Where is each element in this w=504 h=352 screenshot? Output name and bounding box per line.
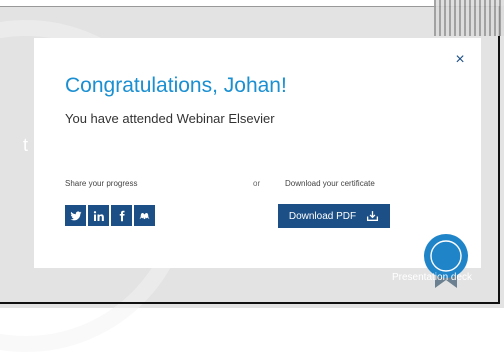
download-pdf-label: Download PDF — [288, 210, 357, 222]
facebook-share-button[interactable] — [111, 205, 132, 226]
close-button[interactable]: × — [453, 51, 467, 68]
download-icon — [367, 211, 379, 221]
mendeley-share-button[interactable] — [134, 205, 155, 226]
share-label: Share your progress — [65, 179, 138, 188]
facebook-icon — [119, 210, 125, 221]
frame-bottom-edge — [0, 302, 500, 304]
modal-subtitle: You have attended Webinar Elsevier — [65, 111, 275, 126]
social-share-buttons — [65, 205, 155, 226]
linkedin-share-button[interactable] — [88, 205, 109, 226]
twitter-share-button[interactable] — [65, 205, 86, 226]
frame-top-edge — [0, 6, 500, 7]
linkedin-icon — [93, 210, 104, 221]
download-pdf-button[interactable]: Download PDF — [278, 204, 390, 228]
frame-right-edge — [498, 6, 500, 304]
background-text: Presentation deck — [392, 272, 473, 283]
or-label: or — [253, 179, 261, 188]
download-label: Download your certificate — [285, 179, 375, 188]
mendeley-icon — [139, 212, 150, 219]
background-text: t — [22, 135, 28, 155]
close-icon: × — [455, 51, 465, 68]
corner-decoration — [434, 0, 504, 36]
certificate-modal: × Congratulations, Johan! You have atten… — [34, 38, 481, 288]
modal-title: Congratulations, Johan! — [65, 74, 287, 97]
twitter-icon — [70, 210, 81, 220]
